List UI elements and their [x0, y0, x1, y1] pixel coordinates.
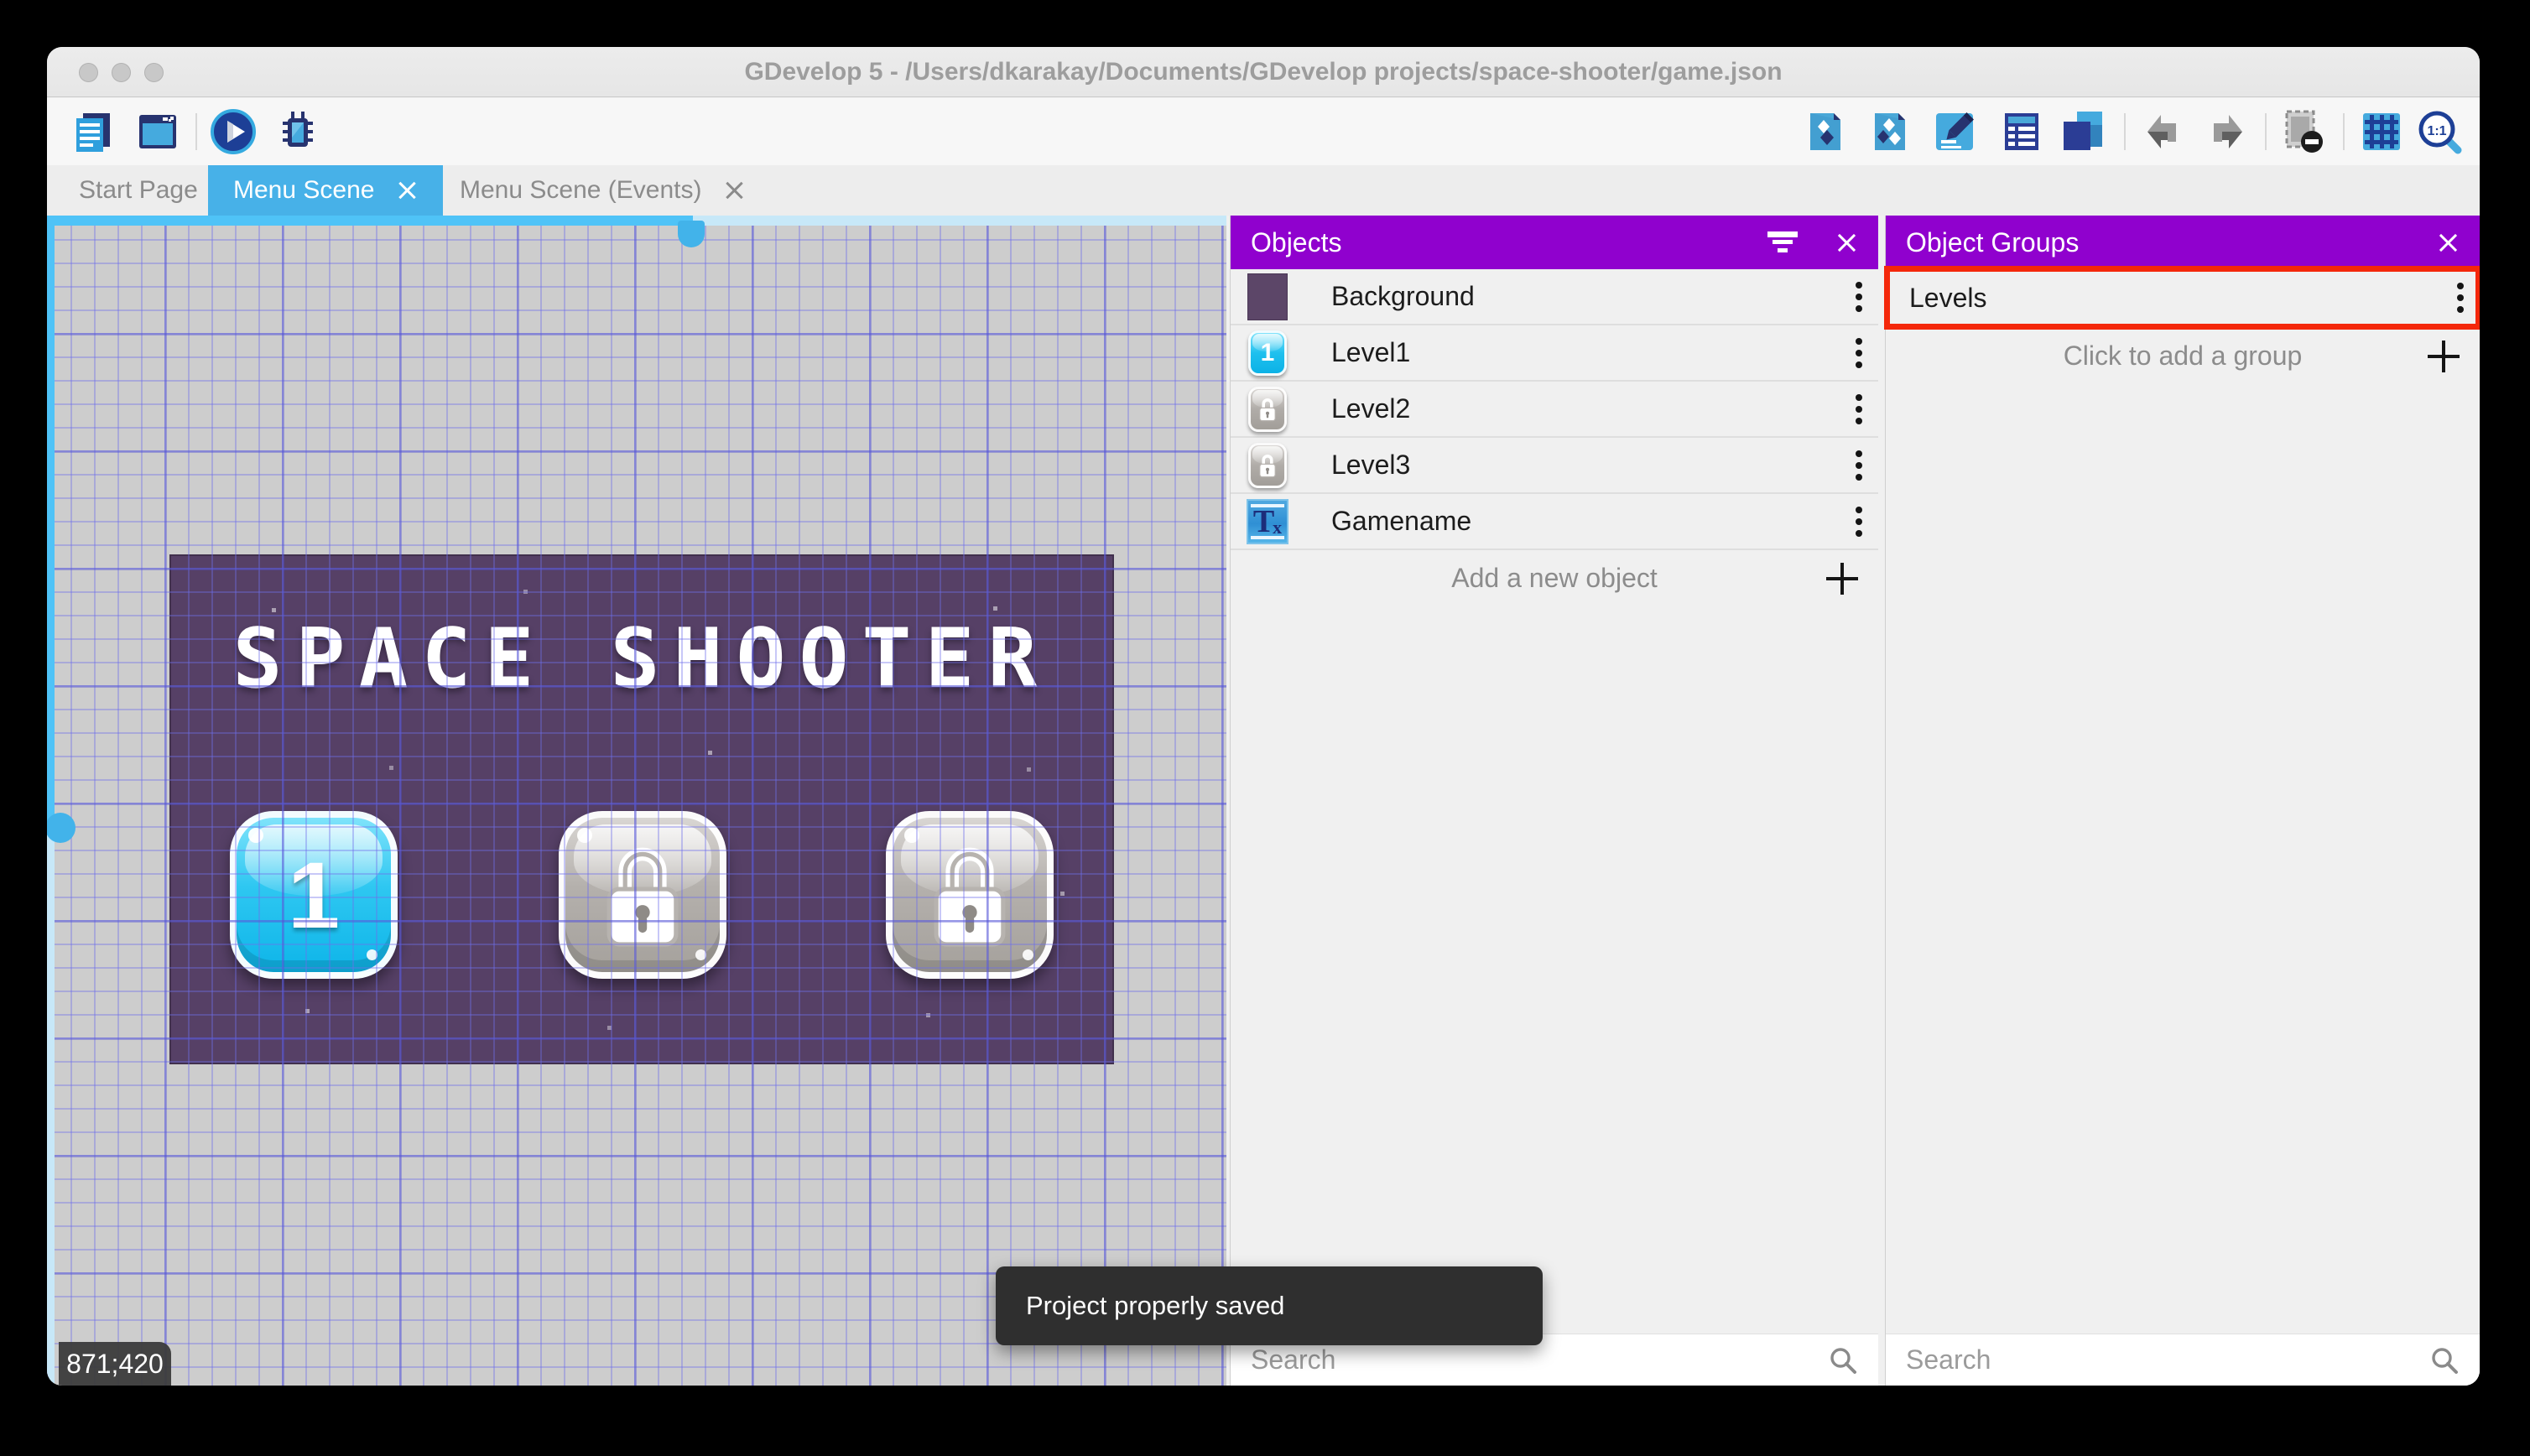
level2-thumbnail: [1246, 385, 1289, 434]
object-groups-panel: Object Groups Levels Click to add a grou…: [1884, 216, 2480, 1386]
add-group-label: Click to add a group: [2063, 341, 2303, 371]
tabbar: Start Page Menu Scene Menu Scene (Events…: [47, 165, 2480, 216]
gamename-text-object[interactable]: SPACE SHOOTER: [171, 611, 1112, 707]
objects-panel: Objects Background 1 Level1 Level2 Level…: [1230, 216, 1878, 1386]
tab-label: Start Page: [79, 176, 198, 204]
undo-icon[interactable]: [2139, 108, 2186, 155]
level3-object-instance[interactable]: [886, 811, 1054, 979]
svg-text:1:1: 1:1: [2427, 124, 2446, 138]
objects-panel-header: Objects: [1231, 216, 1878, 269]
shine-dot: [1023, 949, 1033, 960]
plus-icon[interactable]: [2428, 340, 2460, 372]
add-object-icon[interactable]: [1802, 108, 1849, 155]
horizontal-scrollbar[interactable]: [47, 216, 1226, 226]
level1-thumbnail: 1: [1246, 329, 1289, 377]
toolbar-divider: [2124, 113, 2126, 150]
titlebar: GDevelop 5 - /Users/dkarakay/Documents/G…: [47, 47, 2480, 97]
add-group-row[interactable]: Click to add a group: [1886, 328, 2480, 384]
level1-number: 1: [287, 842, 341, 948]
edit-scene-icon[interactable]: [1931, 108, 1978, 155]
save-toast: Project properly saved: [996, 1266, 1543, 1345]
close-tab-icon[interactable]: [396, 179, 418, 201]
close-panel-icon[interactable]: [2436, 231, 2460, 254]
stars-decoration: [171, 556, 175, 560]
vertical-scrollbar[interactable]: [47, 216, 55, 1386]
object-menu-icon[interactable]: [1855, 335, 1863, 372]
close-tab-icon[interactable]: [723, 179, 745, 201]
shine-dot: [367, 949, 377, 960]
zoom-original-icon[interactable]: 1:1: [2416, 108, 2463, 155]
objects-search-input[interactable]: [1251, 1344, 1828, 1375]
horizontal-scroll-thumb[interactable]: [678, 221, 705, 247]
add-object-row[interactable]: Add a new object: [1231, 550, 1878, 606]
toggle-window-mask-icon[interactable]: [2280, 108, 2327, 155]
object-groups-icon[interactable]: [1866, 108, 1913, 155]
vertical-scroll-thumb[interactable]: [47, 813, 75, 843]
padlock-icon: [934, 847, 1006, 947]
object-menu-icon[interactable]: [1855, 503, 1863, 540]
object-menu-icon[interactable]: [1855, 391, 1863, 428]
object-name: Background: [1331, 281, 1475, 311]
groups-search-input[interactable]: [1906, 1344, 2429, 1375]
object-row-level2[interactable]: Level2: [1231, 382, 1878, 438]
object-groups-panel-header: Object Groups: [1886, 216, 2480, 269]
close-panel-icon[interactable]: [1835, 231, 1858, 254]
scene-properties-icon[interactable]: [1998, 108, 2045, 155]
layers-icon[interactable]: [2059, 108, 2106, 155]
redo-icon[interactable]: [2204, 108, 2251, 155]
search-icon: [1830, 1347, 1856, 1374]
toggle-grid-icon[interactable]: [2358, 108, 2405, 155]
plus-icon[interactable]: [1826, 562, 1858, 595]
filter-icon[interactable]: [1767, 230, 1798, 255]
launch-preview-icon[interactable]: [210, 108, 257, 155]
object-row-background[interactable]: Background: [1231, 269, 1878, 325]
group-row-levels[interactable]: Levels: [1884, 266, 2480, 330]
toast-message: Project properly saved: [1026, 1291, 1285, 1320]
group-name: Levels: [1909, 282, 1987, 313]
add-object-label: Add a new object: [1451, 563, 1658, 593]
object-name: Level1: [1331, 337, 1411, 367]
object-menu-icon[interactable]: [1855, 447, 1863, 484]
tab-label: Menu Scene (Events): [460, 176, 702, 204]
background-thumbnail: [1246, 273, 1289, 321]
object-name: Level2: [1331, 393, 1411, 424]
toolbar: 1:1: [47, 98, 2480, 165]
object-groups-panel-title: Object Groups: [1906, 226, 2080, 257]
shine-dot: [695, 949, 706, 960]
object-row-level3[interactable]: Level3: [1231, 438, 1878, 494]
toolbar-divider: [2265, 113, 2267, 150]
tab-label: Menu Scene: [233, 176, 375, 204]
background-object-instance[interactable]: SPACE SHOOTER 1: [171, 556, 1112, 1063]
scene-editor-canvas[interactable]: SPACE SHOOTER 1 871;420: [47, 216, 1226, 1386]
shine-dot: [248, 828, 263, 843]
search-icon: [2432, 1347, 2458, 1374]
project-manager-icon[interactable]: [70, 108, 117, 155]
object-name: Level3: [1331, 450, 1411, 480]
cursor-coordinates-readout: 871;420: [59, 1342, 171, 1386]
level1-object-instance[interactable]: 1: [230, 811, 398, 979]
toolbar-divider: [2343, 113, 2345, 150]
level2-object-instance[interactable]: [559, 811, 726, 979]
preview-window-icon[interactable]: [134, 108, 181, 155]
object-menu-icon[interactable]: [1855, 278, 1863, 315]
object-row-level1[interactable]: 1 Level1: [1231, 325, 1878, 382]
object-row-gamename[interactable]: Tx Gamename: [1231, 494, 1878, 550]
tab-start-page[interactable]: Start Page: [54, 165, 223, 216]
object-name: Gamename: [1331, 506, 1472, 536]
tab-menu-scene-events[interactable]: Menu Scene (Events): [435, 165, 770, 216]
shine-dot: [577, 828, 592, 843]
level3-thumbnail: [1246, 441, 1289, 490]
gamename-thumbnail: Tx: [1246, 497, 1289, 546]
groups-search-bar: [1886, 1334, 2480, 1386]
gdevelop-window: GDevelop 5 - /Users/dkarakay/Documents/G…: [47, 47, 2480, 1386]
objects-panel-title: Objects: [1251, 226, 1342, 257]
window-title: GDevelop 5 - /Users/dkarakay/Documents/G…: [744, 58, 1783, 86]
group-menu-icon[interactable]: [2456, 279, 2465, 316]
tab-menu-scene[interactable]: Menu Scene: [208, 165, 444, 216]
padlock-icon: [606, 847, 679, 947]
toolbar-divider: [195, 113, 197, 150]
shine-dot: [904, 828, 919, 843]
editor-content: SPACE SHOOTER 1 871;420 Objects Backgrou…: [47, 216, 2480, 1386]
debugger-icon[interactable]: [274, 108, 321, 155]
